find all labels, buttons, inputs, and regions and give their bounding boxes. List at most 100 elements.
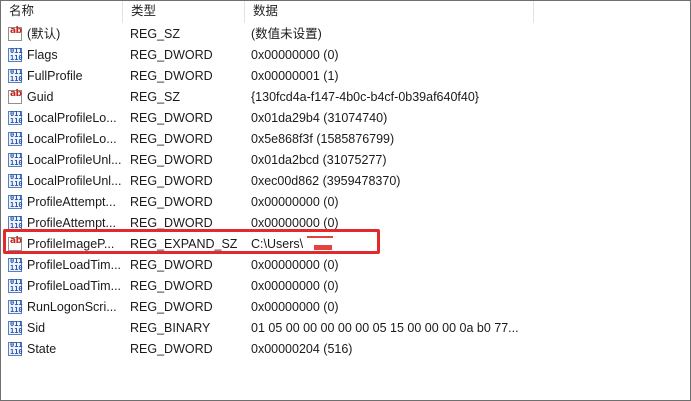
icon-glyph-bottom: 110	[10, 75, 23, 83]
string-value-icon: ab	[8, 26, 22, 41]
value-name: Guid	[27, 90, 54, 104]
binary-value-icon: 011 110	[8, 111, 23, 125]
value-name: RunLogonScri...	[27, 300, 117, 314]
icon-glyph-bottom: 110	[10, 201, 23, 209]
registry-value-row[interactable]: 011 110 LocalProfileUnl... REG_DWORD 0xec00d…	[1, 171, 690, 192]
icon-glyph-bottom: 110	[10, 348, 23, 356]
registry-value-row[interactable]: 011 110 LocalProfileUnl... REG_DWORD 0x01da2…	[1, 150, 690, 171]
value-type: REG_DWORD	[130, 342, 213, 356]
value-data: 0x00000001 (1)	[251, 69, 339, 83]
registry-value-row[interactable]: 011 110 ProfileLoadTim... REG_DWORD 0x000000…	[1, 276, 690, 297]
value-type: REG_SZ	[130, 90, 181, 104]
value-name: FullProfile	[27, 69, 83, 83]
icon-glyph: 011 110	[10, 300, 23, 314]
binary-value-icon: 011 110	[8, 300, 23, 314]
registry-value-row[interactable]: 011 110 ProfileLoadTim... REG_DWORD 0x000000…	[1, 255, 690, 276]
icon-glyph: 011 110	[10, 132, 23, 146]
value-data: {130fcd4a-f147-4b0c-b4cf-0b39af640f40}	[251, 90, 479, 104]
icon-glyph: 011 110	[10, 69, 23, 83]
value-data: 01 05 00 00 00 00 00 05 15 00 00 00 0a b…	[251, 321, 519, 335]
value-data: 0xec00d862 (3959478370)	[251, 174, 401, 188]
value-name: LocalProfileLo...	[27, 111, 117, 125]
value-data: 0x01da2bcd (31075277)	[251, 153, 387, 167]
value-name: LocalProfileLo...	[27, 132, 117, 146]
icon-glyph: 011 110	[10, 111, 23, 125]
icon-glyph: 011 110	[10, 321, 23, 335]
value-data: 0x00000000 (0)	[251, 279, 339, 293]
column-header-type[interactable]: 类型	[123, 1, 244, 24]
value-data: 0x00000000 (0)	[251, 195, 339, 209]
icon-glyph: 011 110	[10, 258, 23, 272]
value-type: REG_DWORD	[130, 279, 213, 293]
binary-value-icon: 011 110	[8, 153, 23, 167]
binary-value-icon: 011 110	[8, 69, 23, 83]
redaction-mark	[314, 245, 332, 250]
value-data: 0x00000204 (516)	[251, 342, 353, 356]
icon-glyph: 011 110	[10, 279, 23, 293]
value-type: REG_DWORD	[130, 174, 213, 188]
icon-glyph: 011 110	[10, 216, 23, 230]
value-name: LocalProfileUnl...	[27, 174, 121, 188]
binary-value-icon: 011 110	[8, 258, 23, 272]
highlight-box	[3, 229, 380, 254]
icon-glyph-bottom: 110	[10, 180, 23, 188]
redaction-mark	[307, 236, 333, 238]
value-type: REG_DWORD	[130, 132, 213, 146]
icon-glyph: 011 110	[10, 174, 23, 188]
value-name: ProfileAttempt...	[27, 195, 116, 209]
icon-glyph: 011 110	[10, 195, 23, 209]
column-divider[interactable]	[533, 1, 534, 23]
value-name: (默认)	[27, 27, 61, 41]
binary-value-icon: 011 110	[8, 195, 23, 209]
value-type: REG_DWORD	[130, 111, 213, 125]
registry-value-row[interactable]: 011 110 Sid REG_BINARY 01 05 00 00 00 00 00 …	[1, 318, 690, 339]
registry-values-pane: 名称 类型 数据 ab (默认) REG_SZ (数值未设置) 011 110 Flags R…	[0, 0, 691, 401]
registry-value-row[interactable]: 011 110 FullProfile REG_DWORD 0x00000001 (1)	[1, 66, 690, 87]
registry-value-row[interactable]: 011 110 Flags REG_DWORD 0x00000000 (0)	[1, 45, 690, 66]
registry-value-row[interactable]: 011 110 LocalProfileLo... REG_DWORD 0x01da29…	[1, 108, 690, 129]
string-value-icon: ab	[8, 89, 22, 104]
value-type: REG_SZ	[130, 27, 181, 41]
column-header-name[interactable]: 名称	[1, 1, 122, 24]
icon-glyph-bottom: 110	[10, 285, 23, 293]
icon-glyph: 011 110	[10, 342, 23, 356]
value-data: 0x5e868f3f (1585876799)	[251, 132, 395, 146]
registry-value-row[interactable]: ab Guid REG_SZ {130fcd4a-f147-4b0c-b4cf-0b3…	[1, 87, 690, 108]
binary-value-icon: 011 110	[8, 321, 23, 335]
icon-glyph-bottom: 110	[10, 306, 23, 314]
binary-value-icon: 011 110	[8, 132, 23, 146]
icon-glyph-bottom: 110	[10, 138, 23, 146]
registry-value-row[interactable]: 011 110 ProfileAttempt... REG_DWORD 0x000000…	[1, 192, 690, 213]
value-name: ProfileLoadTim...	[27, 258, 121, 272]
binary-value-icon: 011 110	[8, 342, 23, 356]
list-header: 名称 类型 数据	[1, 1, 690, 24]
value-type: REG_DWORD	[130, 48, 213, 62]
value-type: REG_DWORD	[130, 153, 213, 167]
value-name: Sid	[27, 321, 46, 335]
icon-glyph-bottom: 110	[10, 117, 23, 125]
binary-value-icon: 011 110	[8, 216, 23, 230]
registry-value-row[interactable]: ab (默认) REG_SZ (数值未设置)	[1, 24, 690, 45]
icon-glyph: 011 110	[10, 153, 23, 167]
value-data: 0x00000000 (0)	[251, 48, 339, 62]
value-name: LocalProfileUnl...	[27, 153, 121, 167]
column-header-data[interactable]: 数据	[245, 1, 533, 24]
value-data: 0x00000000 (0)	[251, 300, 339, 314]
value-name: State	[27, 342, 57, 356]
icon-glyph-bottom: 110	[10, 264, 23, 272]
registry-value-row[interactable]: 011 110 LocalProfileLo... REG_DWORD 0x5e868f…	[1, 129, 690, 150]
value-type: REG_DWORD	[130, 195, 213, 209]
icon-glyph: ab	[10, 26, 22, 36]
value-data: 0x00000000 (0)	[251, 258, 339, 272]
icon-glyph-bottom: 110	[10, 159, 23, 167]
value-data: (数值未设置)	[251, 27, 322, 41]
registry-value-row[interactable]: 011 110 State REG_DWORD 0x00000204 (516)	[1, 339, 690, 360]
binary-value-icon: 011 110	[8, 279, 23, 293]
icon-glyph: ab	[10, 89, 22, 99]
value-data: 0x01da29b4 (31074740)	[251, 111, 388, 125]
binary-value-icon: 011 110	[8, 48, 23, 62]
icon-glyph-bottom: 110	[10, 54, 23, 62]
binary-value-icon: 011 110	[8, 174, 23, 188]
value-type: REG_DWORD	[130, 69, 213, 83]
registry-value-row[interactable]: 011 110 RunLogonScri... REG_DWORD 0x00000000…	[1, 297, 690, 318]
